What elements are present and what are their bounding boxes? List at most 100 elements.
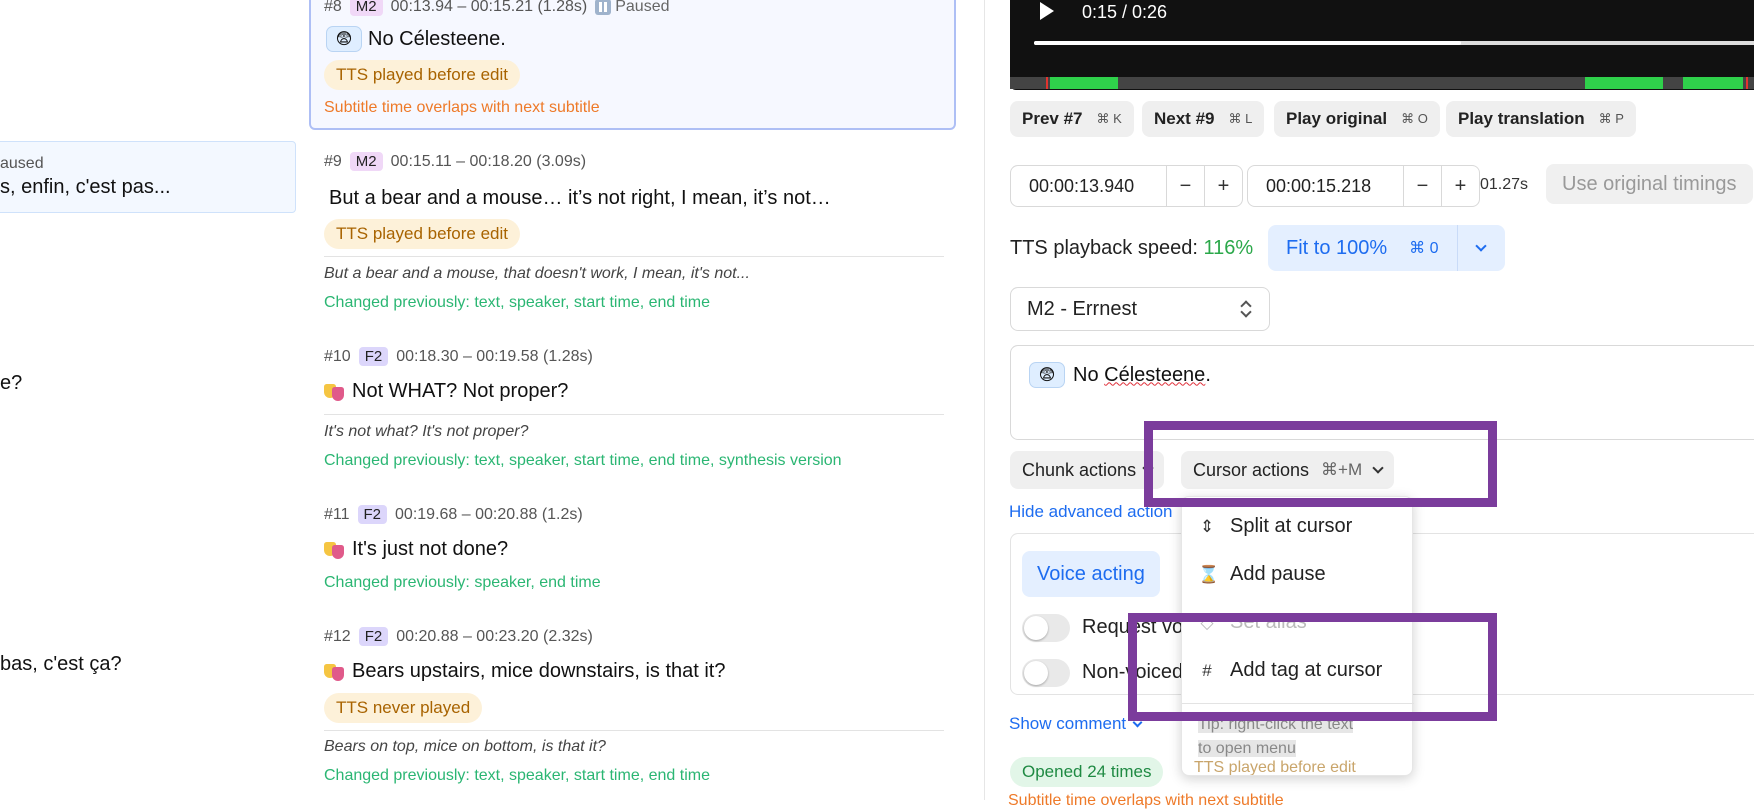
play-original-shortcut: ⌘ O bbox=[1401, 111, 1428, 126]
subtitle-text[interactable]: Bears upstairs, mice downstairs, is that… bbox=[324, 660, 725, 683]
end-time-decrement[interactable]: − bbox=[1403, 166, 1441, 206]
playback-status-label: Paused bbox=[615, 0, 670, 15]
speaker-badge: F2 bbox=[358, 627, 389, 646]
menu-item-pause-label: Add pause bbox=[1230, 563, 1326, 585]
tts-speed-label-text: TTS playback speed: bbox=[1010, 237, 1198, 259]
play-icon[interactable] bbox=[1040, 2, 1054, 20]
change-history: Changed previously: speaker, end time bbox=[324, 574, 601, 591]
subtitle-number: #8 bbox=[324, 0, 342, 15]
fit-dropdown-button[interactable] bbox=[1456, 225, 1505, 271]
start-time-input[interactable] bbox=[1011, 166, 1166, 206]
speaker-select-value: M2 - Errnest bbox=[1027, 298, 1138, 320]
video-time: 0:15 / 0:26 bbox=[1082, 2, 1168, 22]
subtitle-text-label: It's just not done? bbox=[352, 538, 509, 560]
menu-item-pause[interactable]: ⌛ Add pause bbox=[1198, 563, 1326, 586]
play-translation-shortcut: ⌘ P bbox=[1598, 111, 1624, 126]
subtitle-header: #11 F2 00:19.68 – 00:20.88 (1.2s) bbox=[324, 505, 583, 524]
speaker-badge: M2 bbox=[349, 152, 383, 171]
hourglass-icon: ⌛ bbox=[1198, 564, 1220, 584]
left-text-2: e? bbox=[0, 372, 23, 394]
subtitle-text[interactable]: It's just not done? bbox=[324, 538, 508, 561]
editor-text-plain: No bbox=[1073, 363, 1105, 386]
menu-hidden-pill: TTS played before edit bbox=[1194, 759, 1356, 775]
tts-speed-value: 116% bbox=[1203, 237, 1254, 259]
subtitle-text-label: No Célesteene. bbox=[368, 27, 506, 50]
overlap-warning: Subtitle time overlaps with next subtitl… bbox=[324, 99, 600, 116]
theater-mask-icon bbox=[324, 540, 346, 560]
speaker-badge: F2 bbox=[357, 505, 388, 524]
subtitle-number: #12 bbox=[324, 627, 351, 645]
panel-divider bbox=[984, 0, 985, 800]
speaker-select[interactable]: M2 - Errnest bbox=[1010, 287, 1270, 331]
left-status-text: aused bbox=[0, 155, 44, 172]
fit-to-100-button[interactable]: Fit to 100% ⌘ 0 bbox=[1268, 225, 1457, 271]
prev-shortcut: ⌘ K bbox=[1096, 111, 1122, 126]
play-translation-button[interactable]: Play translation ⌘ P bbox=[1446, 101, 1636, 137]
change-history: Changed previously: text, speaker, start… bbox=[324, 452, 842, 469]
non-voiced-toggle[interactable] bbox=[1022, 659, 1070, 687]
playback-status: Paused bbox=[595, 0, 670, 16]
menu-tip-line-2: to open menu bbox=[1198, 740, 1296, 757]
subtitle-timeline[interactable] bbox=[1010, 77, 1754, 89]
editor-text: No Célesteene. bbox=[1073, 364, 1211, 387]
voice-acting-tab[interactable]: Voice acting bbox=[1022, 551, 1160, 597]
emotion-emoji[interactable]: 😨 bbox=[326, 26, 362, 52]
video-progress-bar[interactable] bbox=[1034, 41, 1754, 45]
theater-mask-icon bbox=[324, 662, 346, 682]
subtitle-text[interactable]: 😨 No Célesteene. bbox=[326, 26, 506, 52]
timeline-segment[interactable] bbox=[1585, 77, 1663, 89]
end-time-input[interactable] bbox=[1248, 166, 1403, 206]
chevron-down-icon bbox=[1475, 240, 1487, 252]
menu-item-split-label: Split at cursor bbox=[1230, 515, 1353, 537]
start-time-increment[interactable]: + bbox=[1204, 166, 1242, 206]
prev-subtitle-button[interactable]: Prev #7 ⌘ K bbox=[1010, 101, 1134, 137]
select-arrows-icon bbox=[1241, 300, 1251, 318]
row-divider bbox=[324, 414, 944, 415]
menu-item-split[interactable]: ⇕ Split at cursor bbox=[1198, 515, 1352, 538]
subtitle-number: #9 bbox=[324, 152, 342, 170]
editor-content[interactable]: 😨 No Célesteene. bbox=[1029, 362, 1211, 388]
pause-icon bbox=[595, 0, 612, 15]
show-comment-label: Show comment bbox=[1009, 714, 1127, 733]
show-comment-link[interactable]: Show comment bbox=[1009, 714, 1143, 734]
highlight-cursor-actions bbox=[1144, 421, 1497, 507]
fit-speed-group: Fit to 100% ⌘ 0 bbox=[1268, 225, 1505, 271]
subtitle-number: #10 bbox=[324, 347, 351, 365]
subtitle-time: 00:18.30 – 00:19.58 (1.28s) bbox=[396, 347, 593, 365]
tts-status-badge: TTS never played bbox=[324, 693, 483, 723]
play-original-button[interactable]: Play original ⌘ O bbox=[1274, 101, 1440, 137]
subtitle-text[interactable]: Not WHAT? Not proper? bbox=[324, 380, 568, 403]
left-text-3: bas, c'est ça? bbox=[0, 653, 122, 675]
start-time-decrement[interactable]: − bbox=[1166, 166, 1204, 206]
subtitle-header: #10 F2 00:18.30 – 00:19.58 (1.28s) bbox=[324, 347, 593, 366]
timeline-segment[interactable] bbox=[1683, 77, 1743, 89]
subtitle-header: #12 F2 00:20.88 – 00:23.20 (2.32s) bbox=[324, 627, 593, 646]
tts-speed-label: TTS playback speed: 116% bbox=[1010, 237, 1253, 260]
tts-status-badge: TTS played before edit bbox=[324, 60, 520, 90]
left-text-1: s, enfin, c'est pas... bbox=[0, 176, 171, 198]
timeline-segment[interactable] bbox=[1050, 77, 1118, 89]
use-original-timings-button[interactable]: Use original timings bbox=[1546, 164, 1753, 204]
original-text: It's not what? It's not proper? bbox=[324, 423, 529, 440]
subtitle-text-label: Not WHAT? Not proper? bbox=[352, 380, 569, 402]
speaker-badge: F2 bbox=[358, 347, 389, 366]
subtitle-number: #11 bbox=[324, 505, 350, 523]
subtitle-text[interactable]: But a bear and a mouse… it’s not right, … bbox=[329, 187, 831, 210]
subtitle-text-label: But a bear and a mouse… it’s not right, … bbox=[329, 187, 831, 209]
timeline-marker bbox=[1046, 77, 1048, 89]
end-time-increment[interactable]: + bbox=[1441, 166, 1479, 206]
play-original-label: Play original bbox=[1286, 109, 1388, 128]
emotion-emoji[interactable]: 😨 bbox=[1029, 362, 1065, 388]
overlap-warning: Subtitle time overlaps with next subtitl… bbox=[1008, 792, 1284, 809]
next-subtitle-label: Next #9 bbox=[1154, 109, 1215, 128]
prev-subtitle-label: Prev #7 bbox=[1022, 109, 1083, 128]
subtitle-header: #9 M2 00:15.11 – 00:18.20 (3.09s) bbox=[324, 152, 586, 171]
editor-text-end: . bbox=[1205, 363, 1211, 386]
request-voice-toggle[interactable] bbox=[1022, 614, 1070, 642]
fit-to-100-label: Fit to 100% bbox=[1286, 236, 1388, 259]
fit-shortcut: ⌘ 0 bbox=[1409, 240, 1439, 257]
chunk-actions-button[interactable]: Chunk actions bbox=[1010, 451, 1165, 489]
original-text: Bears on top, mice on bottom, is that it… bbox=[324, 738, 606, 755]
theater-mask-icon bbox=[324, 382, 346, 402]
next-subtitle-button[interactable]: Next #9 ⌘ L bbox=[1142, 101, 1265, 137]
